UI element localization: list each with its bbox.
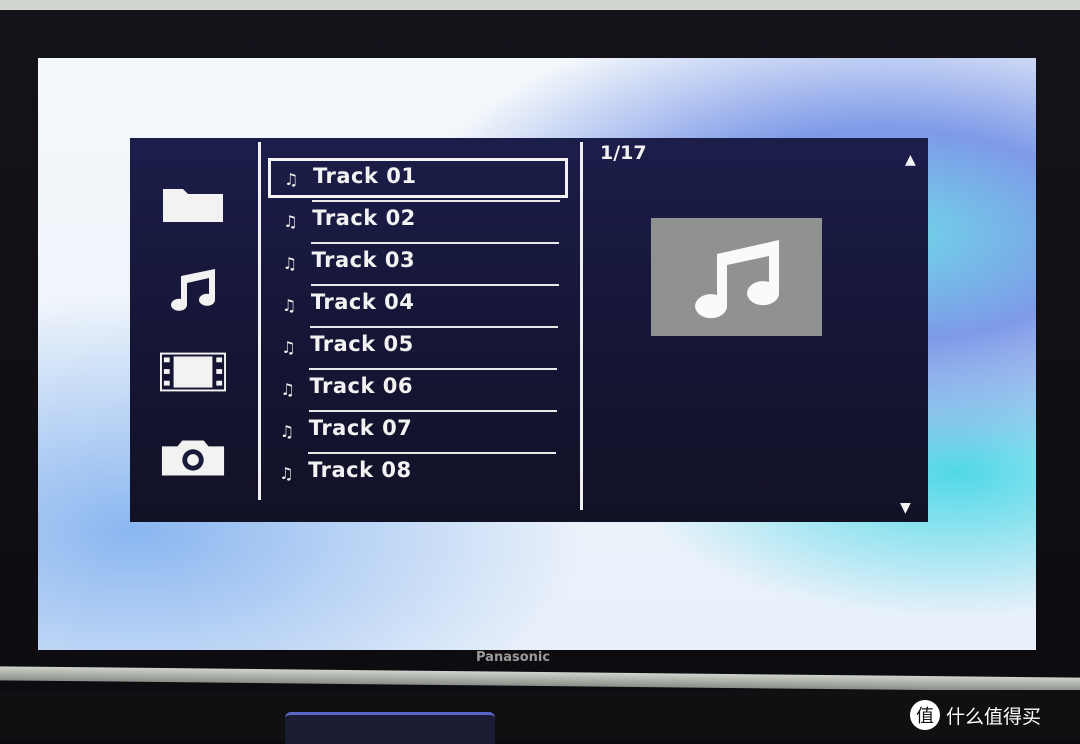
music-note-icon: ♫ <box>280 380 295 399</box>
track-label: Track 07 <box>308 416 413 440</box>
divider <box>580 142 583 510</box>
music-note-icon: ♫ <box>279 422 295 441</box>
album-art-placeholder <box>651 218 822 336</box>
music-note-icon: ♫ <box>284 170 299 189</box>
scroll-down-arrow-icon[interactable]: ▼ <box>900 500 911 516</box>
watermark-text: 什么值得买 <box>946 705 1042 728</box>
track-list-item[interactable]: ♫ Track 02 <box>267 200 567 244</box>
track-label: Track 04 <box>310 290 415 314</box>
scroll-up-arrow-icon[interactable]: ▲ <box>905 152 916 168</box>
music-note-icon: ♫ <box>281 296 297 315</box>
divider <box>258 142 261 500</box>
media-browser-panel: ♫ Track 01 ♫ Track 02 ♫ Track 03 ♫ Track… <box>130 138 928 522</box>
camera-icon[interactable] <box>160 434 226 482</box>
music-note-icon: ♫ <box>279 464 294 483</box>
track-list-item[interactable]: ♫ Track 05 <box>265 326 565 370</box>
track-label: Track 08 <box>308 458 412 482</box>
music-icon[interactable] <box>160 266 226 314</box>
watermark: 值 什么值得买 <box>910 700 1041 730</box>
music-note-icon: ♫ <box>283 212 298 231</box>
tv-stand <box>285 712 495 744</box>
tv-brand-logo: Panasonic <box>476 650 551 665</box>
track-list-item[interactable]: ♫ Track 07 <box>264 410 564 454</box>
track-list-item[interactable]: ♫ Track 08 <box>263 452 563 492</box>
folder-icon[interactable] <box>160 180 226 228</box>
track-list-item[interactable]: ♫ Track 03 <box>267 242 567 286</box>
watermark-logo: 值 <box>910 700 940 730</box>
track-list-item[interactable]: ♫ Track 04 <box>266 284 566 328</box>
track-label: Track 02 <box>312 206 416 230</box>
track-label: Track 05 <box>310 332 414 356</box>
track-list-item[interactable]: ♫ Track 01 <box>268 158 568 202</box>
film-icon[interactable] <box>160 348 226 396</box>
music-note-icon: ♫ <box>282 254 297 273</box>
track-label: Track 06 <box>309 374 413 398</box>
music-note-icon: ♫ <box>281 338 296 357</box>
track-label: Track 01 <box>313 164 417 188</box>
item-counter: 1/17 <box>600 142 647 164</box>
music-note-icon <box>694 240 779 319</box>
track-list-item[interactable]: ♫ Track 06 <box>265 368 565 412</box>
track-label: Track 03 <box>311 248 416 272</box>
